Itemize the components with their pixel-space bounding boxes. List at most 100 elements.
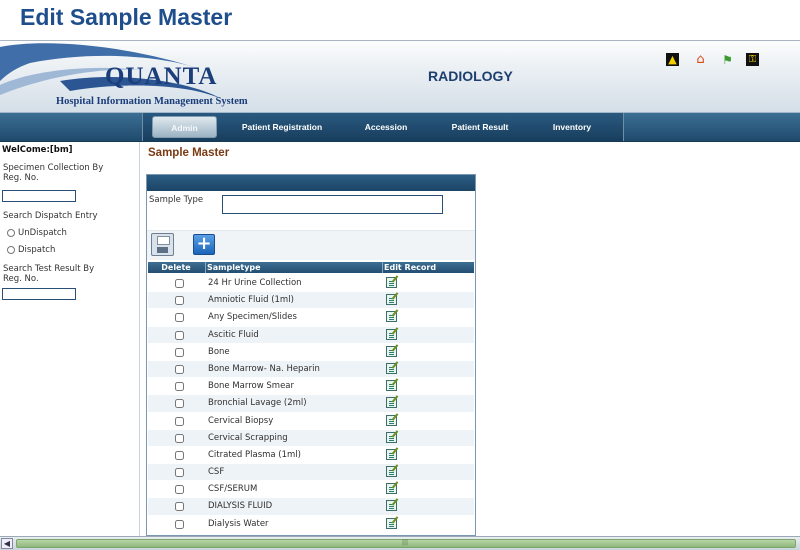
table-row: Cervical Biopsy: [148, 413, 474, 430]
toolbar: +: [147, 230, 475, 260]
sampletype-cell: Bone Marrow- Na. Heparin: [208, 363, 320, 374]
delete-checkbox[interactable]: [175, 279, 184, 288]
specimen-collection-label: Specimen Collection By Reg. No.: [3, 163, 104, 183]
up-arrow-icon[interactable]: ▲: [666, 53, 679, 66]
nav-bar: Admin Patient Registration Accession Pat…: [0, 112, 800, 142]
tab-inventory[interactable]: Inventory: [540, 113, 604, 141]
scroll-grip-icon: |||: [402, 539, 409, 546]
tab-patient-result[interactable]: Patient Result: [440, 113, 520, 141]
add-button[interactable]: +: [193, 234, 215, 255]
horizontal-scrollbar[interactable]: ◀ |||: [0, 536, 800, 550]
logo-tagline: Hospital Information Management System: [56, 96, 248, 107]
delete-checkbox[interactable]: [175, 313, 184, 323]
sample-type-input[interactable]: [222, 195, 443, 214]
table-row: DIALYSIS FLUID: [148, 498, 474, 516]
delete-checkbox[interactable]: [175, 364, 184, 374]
edit-record-icon[interactable]: [386, 483, 397, 495]
edit-record-icon[interactable]: [386, 277, 397, 288]
edit-record-icon[interactable]: [386, 414, 397, 426]
edit-record-icon[interactable]: [386, 380, 397, 392]
table-row: Bone Marrow- Na. Heparin: [148, 360, 474, 379]
table-row: Citrated Plasma (1ml): [148, 447, 474, 465]
sample-type-label: Sample Type: [149, 195, 204, 205]
table-row: Any Specimen/Slides: [148, 309, 474, 327]
delete-checkbox[interactable]: [175, 433, 184, 443]
logo-wordmark: QUANTA: [105, 63, 218, 90]
flag-icon[interactable]: ⚑: [721, 53, 734, 67]
delete-checkbox[interactable]: [175, 296, 184, 306]
edit-record-icon[interactable]: [386, 345, 397, 357]
delete-checkbox[interactable]: [175, 330, 184, 340]
table-row: Bronchial Lavage (2ml): [148, 395, 474, 413]
table-row: Bone Marrow Smear: [148, 378, 474, 396]
page-heading: Sample Master: [148, 147, 230, 159]
sampletype-cell: Cervical Biopsy: [208, 415, 274, 426]
test-result-label: Search Test Result By Reg. No.: [3, 264, 95, 284]
delete-checkbox[interactable]: [175, 416, 184, 426]
delete-checkbox[interactable]: [175, 468, 184, 478]
sampletype-cell: Ascitic Fluid: [208, 329, 259, 340]
specimen-reg-input[interactable]: [2, 190, 76, 202]
edit-record-icon[interactable]: [386, 294, 397, 306]
scroll-left-icon[interactable]: ◀: [1, 538, 13, 549]
edit-record-icon[interactable]: [386, 500, 397, 512]
sampletype-cell: Bone Marrow Smear: [208, 381, 295, 392]
radio-undispatch[interactable]: UnDispatch: [7, 228, 67, 238]
radio-dispatch[interactable]: Dispatch: [7, 245, 55, 255]
delete-checkbox[interactable]: [175, 502, 184, 512]
column-divider: [382, 262, 383, 273]
dispatch-search-label: Search Dispatch Entry: [3, 211, 98, 221]
app-header: QUANTA Hospital Information Management S…: [0, 40, 800, 112]
sampletype-cell: Bone: [208, 346, 230, 357]
delete-checkbox[interactable]: [175, 382, 184, 392]
table-row: CSF: [148, 464, 474, 482]
radio-undispatch-input[interactable]: [7, 229, 15, 237]
edit-record-icon[interactable]: [386, 311, 397, 323]
table-row: CSF/SERUM: [148, 481, 474, 499]
table-row: Cervical Scrapping: [148, 429, 474, 447]
test-result-reg-input[interactable]: [2, 288, 76, 300]
radio-dispatch-input[interactable]: [7, 246, 15, 254]
edit-record-icon[interactable]: [386, 448, 397, 460]
sampletype-cell: Bronchial Lavage (2ml): [208, 398, 307, 409]
grid-header: Delete Sampletype Edit Record: [148, 262, 474, 273]
edit-record-icon[interactable]: [386, 431, 397, 443]
page: Edit Sample Master QUANTA Hospital Infor…: [0, 0, 800, 550]
slide-title: Edit Sample Master: [20, 4, 233, 30]
delete-checkbox[interactable]: [175, 450, 184, 460]
delete-checkbox[interactable]: [175, 399, 184, 409]
table-row: Dialysis Water: [148, 516, 474, 533]
edit-record-icon[interactable]: [386, 517, 397, 529]
sampletype-cell: CSF/SERUM: [208, 484, 258, 495]
sampletype-cell: Any Specimen/Slides: [208, 312, 297, 323]
sampletype-cell: Amniotic Fluid (1ml): [208, 295, 294, 306]
sampletype-cell: CSF: [208, 467, 225, 478]
tab-admin[interactable]: Admin: [152, 116, 217, 138]
sampletype-cell: Cervical Scrapping: [208, 432, 288, 443]
panel-header-bar: [147, 175, 475, 191]
tab-patient-registration[interactable]: Patient Registration: [232, 113, 332, 141]
edit-record-icon[interactable]: [386, 328, 397, 340]
column-header-sampletype: Sampletype: [207, 263, 261, 272]
module-name: RADIOLOGY: [428, 68, 513, 84]
delete-checkbox[interactable]: [175, 485, 184, 495]
edit-record-icon[interactable]: [386, 362, 397, 374]
edit-record-icon[interactable]: [386, 466, 397, 478]
table-row: Bone: [148, 344, 474, 361]
sidebar: WelCome:[bm] Specimen Collection By Reg.…: [0, 142, 140, 536]
column-divider: [205, 262, 206, 273]
sampletype-cell: DIALYSIS FLUID: [208, 501, 273, 512]
edit-record-icon[interactable]: [386, 397, 397, 409]
sample-master-panel: Sample Type + Delete Sampletype Edit Rec…: [146, 174, 476, 536]
save-button[interactable]: [151, 233, 174, 256]
column-header-edit-record: Edit Record: [384, 263, 437, 272]
table-row: 24 Hr Urine Collection: [148, 275, 474, 293]
key-icon[interactable]: ⚿: [746, 53, 759, 66]
delete-checkbox[interactable]: [175, 519, 184, 529]
tab-accession[interactable]: Accession: [355, 113, 417, 141]
grid-body: 24 Hr Urine Collection Amniotic Fluid (1m…: [148, 275, 474, 533]
column-header-delete: Delete: [161, 263, 191, 272]
sampletype-cell: Citrated Plasma (1ml): [208, 449, 301, 460]
delete-checkbox[interactable]: [175, 347, 184, 357]
home-icon[interactable]: ⌂: [694, 52, 707, 67]
